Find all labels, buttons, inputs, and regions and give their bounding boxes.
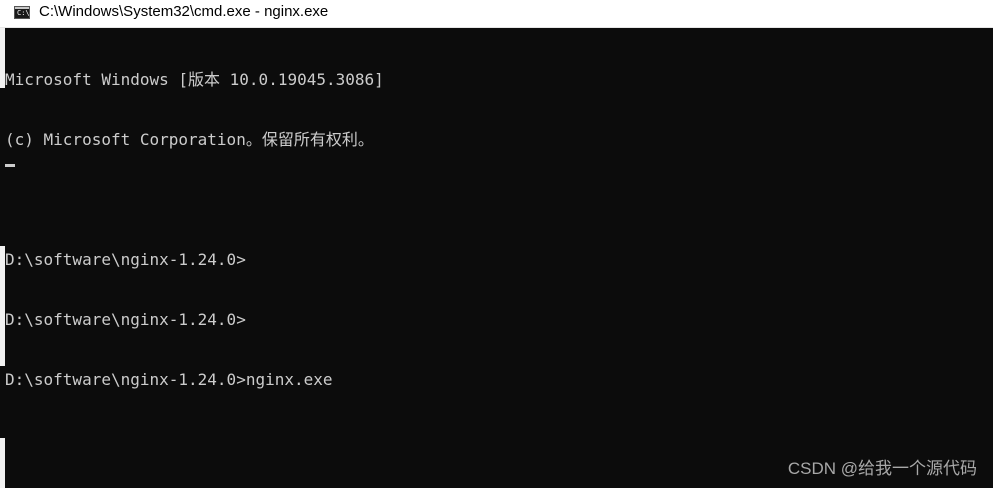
console-line: Microsoft Windows [版本 10.0.19045.3086] bbox=[5, 70, 384, 89]
cmd-icon-glyph: C:\ bbox=[17, 9, 30, 17]
console-line: (c) Microsoft Corporation。保留所有权利。 bbox=[5, 130, 374, 149]
console-output[interactable]: Microsoft Windows [版本 10.0.19045.3086] (… bbox=[5, 30, 985, 430]
background-window-fragment bbox=[0, 438, 5, 488]
window-title: C:\Windows\System32\cmd.exe - nginx.exe bbox=[39, 3, 329, 20]
console-line: D:\software\nginx-1.24.0>nginx.exe bbox=[5, 370, 333, 389]
text-cursor bbox=[5, 164, 15, 167]
console-line: D:\software\nginx-1.24.0> bbox=[5, 310, 246, 329]
cmd-window: C:\ C:\Windows\System32\cmd.exe - nginx.… bbox=[0, 0, 993, 488]
cmd-icon[interactable]: C:\ bbox=[14, 6, 30, 19]
watermark: CSDN @给我一个源代码 bbox=[787, 459, 977, 478]
console-line: D:\software\nginx-1.24.0> bbox=[5, 250, 246, 269]
title-bar[interactable]: C:\ C:\Windows\System32\cmd.exe - nginx.… bbox=[0, 0, 993, 28]
